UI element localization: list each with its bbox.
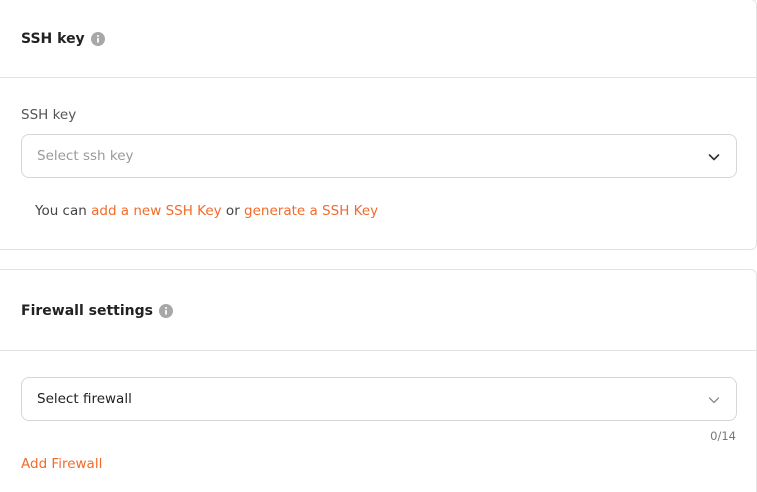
ssh-key-card: SSH key SSH key Select ssh key You can a…: [0, 0, 757, 250]
ssh-key-card-header: SSH key: [0, 0, 756, 78]
firewall-card: Firewall settings Select firewall 0/14 A…: [0, 269, 757, 492]
firewall-select[interactable]: Select firewall: [21, 377, 737, 421]
firewall-counter: 0/14: [710, 429, 736, 443]
firewall-select-value: Select firewall: [37, 391, 132, 407]
chevron-down-icon: [708, 154, 720, 161]
add-ssh-key-link[interactable]: add a new SSH Key: [91, 203, 222, 219]
ssh-key-field-label: SSH key: [21, 107, 77, 123]
helper-middle: or: [221, 203, 245, 219]
generate-ssh-key-link[interactable]: generate a SSH Key: [244, 203, 378, 219]
ssh-key-select[interactable]: Select ssh key: [21, 134, 737, 178]
add-firewall-link[interactable]: Add Firewall: [21, 456, 102, 472]
ssh-key-title: SSH key: [21, 31, 105, 47]
ssh-key-title-text: SSH key: [21, 31, 85, 47]
firewall-card-header: Firewall settings: [0, 270, 756, 351]
page: SSH key SSH key Select ssh key You can a…: [0, 0, 757, 492]
info-icon[interactable]: [90, 32, 105, 46]
ssh-key-select-placeholder: Select ssh key: [37, 148, 134, 164]
firewall-title-text: Firewall settings: [21, 303, 153, 319]
ssh-key-helper-text: You can add a new SSH Key or generate a …: [35, 203, 378, 219]
helper-prefix: You can: [35, 203, 92, 219]
firewall-title: Firewall settings: [21, 303, 173, 319]
info-icon[interactable]: [158, 304, 173, 318]
chevron-down-icon: [708, 397, 720, 404]
